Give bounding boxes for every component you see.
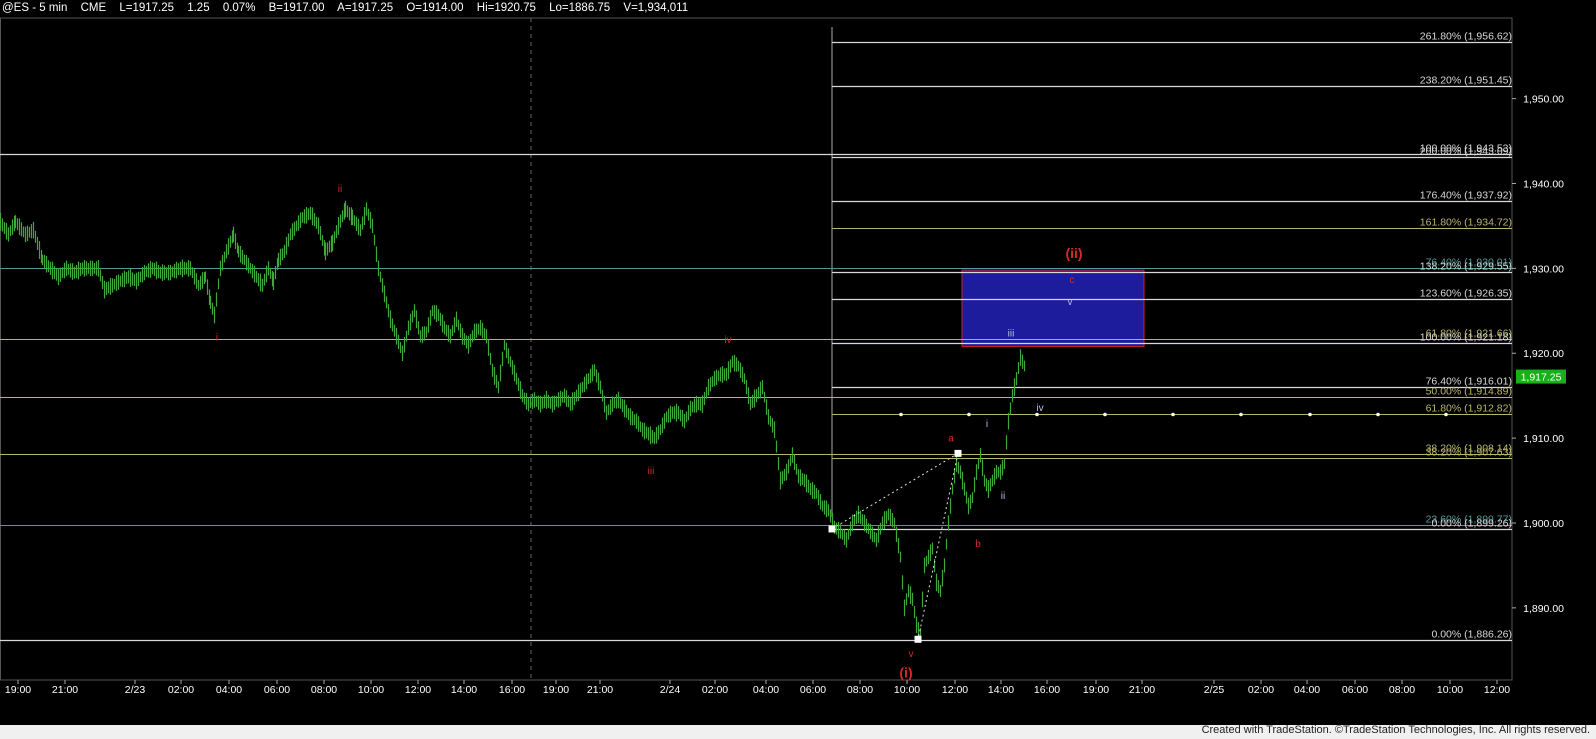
wave-label: ii <box>338 184 342 195</box>
x-tick-label: 06:00 <box>264 684 290 696</box>
wave-label: v <box>1068 297 1073 308</box>
y-tick-label: 1,940.00 <box>1523 179 1564 191</box>
last-price-label: 1,917.25 <box>1521 372 1562 384</box>
x-tick-label: 21:00 <box>1129 684 1155 696</box>
x-tick-label: 04:00 <box>216 684 242 696</box>
symbol-header: @ES - 5 min CME L=1917.25 1.25 0.07% B=1… <box>2 2 698 18</box>
fib-level-label: 238.20% (1,951.45) <box>1420 75 1512 87</box>
fib-level-label: 0.00% (1,899.26) <box>1431 518 1512 530</box>
x-tick-label: 16:00 <box>499 684 525 696</box>
bid-value: B=1917.00 <box>268 2 325 14</box>
volume-value: V=1,934,011 <box>623 2 689 14</box>
x-tick-label: 10:00 <box>894 684 920 696</box>
projection-marker <box>1103 412 1107 417</box>
projection-marker <box>1444 412 1448 417</box>
fib-level-label: 50.00% (1,914.89) <box>1426 386 1512 398</box>
x-tick-label: 06:00 <box>1342 684 1368 696</box>
symbol-name: @ES - 5 min <box>2 2 68 14</box>
x-tick-label: 14:00 <box>988 684 1014 696</box>
x-tick-label: 06:00 <box>800 684 826 696</box>
fib-level-label: 38.20% (1,907.63) <box>1426 447 1512 459</box>
wave-label: b <box>975 539 981 550</box>
x-tick-label: 02:00 <box>168 684 194 696</box>
x-tick-label: 21:00 <box>587 684 613 696</box>
projection-anchor <box>828 525 836 533</box>
x-tick-label: 19:00 <box>5 684 31 696</box>
projection-marker <box>1171 412 1175 417</box>
wave-label: (ii) <box>1065 245 1082 261</box>
projection-marker <box>899 412 903 417</box>
fib-level-label: 161.80% (1,934.72) <box>1420 217 1512 229</box>
x-tick-label: 12:00 <box>405 684 431 696</box>
target-zone-box <box>961 269 1145 347</box>
wave-label: iv <box>724 335 731 346</box>
high-value: Hi=1920.75 <box>476 2 536 14</box>
wave-label: a <box>948 434 954 445</box>
chart-window: { "header": { "symbol": "@ES - 5 min", "… <box>0 0 1596 739</box>
x-tick-label: 19:00 <box>1083 684 1109 696</box>
projection-line <box>831 452 959 530</box>
fib-level-label: 100.00% (1,921.18) <box>1420 332 1512 344</box>
open-value: O=1914.00 <box>406 2 464 14</box>
projection-anchor <box>914 635 922 643</box>
fib-level-label: 0.00% (1,886.26) <box>1431 629 1512 641</box>
projection-marker <box>1239 412 1243 417</box>
projection-line <box>917 453 959 640</box>
copyright-text: Created with TradeStation. ©TradeStation… <box>1201 724 1590 736</box>
x-tick-label: 04:00 <box>753 684 779 696</box>
wave-label: iv <box>1036 403 1043 414</box>
projection-marker <box>967 412 971 417</box>
fib-level-label: 61.80% (1,912.82) <box>1426 403 1512 415</box>
plot-frame <box>0 17 1513 681</box>
x-tick-label: 10:00 <box>358 684 384 696</box>
low-value: Lo=1886.75 <box>549 2 611 14</box>
y-tick-label: 1,890.00 <box>1523 603 1564 615</box>
x-tick-label: 16:00 <box>1034 684 1060 696</box>
x-tick-label: 2/24 <box>660 684 681 696</box>
wave-label: v <box>909 649 914 660</box>
wave-label: i <box>986 419 988 430</box>
x-tick-label: 12:00 <box>942 684 968 696</box>
wave-label: iii <box>1008 328 1015 339</box>
x-tick-label: 21:00 <box>52 684 78 696</box>
x-tick-label: 10:00 <box>1437 684 1463 696</box>
projection-anchor <box>954 449 962 457</box>
projection-marker <box>1376 412 1380 417</box>
wave-label: i <box>216 333 218 344</box>
y-tick-label: 1,900.00 <box>1523 518 1564 530</box>
projection-marker <box>1308 412 1312 417</box>
wave-label: iii <box>648 466 655 477</box>
fib-level-label: 138.20% (1,929.55) <box>1420 261 1512 273</box>
x-tick-label: 04:00 <box>1294 684 1320 696</box>
fib-level-label: 200.00% (1,943.09) <box>1420 146 1512 158</box>
x-tick-label: 08:00 <box>311 684 337 696</box>
x-tick-label: 2/25 <box>1204 684 1225 696</box>
x-tick-label: 02:00 <box>702 684 728 696</box>
footer-bar: Created with TradeStation. ©TradeStation… <box>0 724 1596 739</box>
x-tick-label: 19:00 <box>543 684 569 696</box>
change-value: 1.25 <box>187 2 210 14</box>
ask-value: A=1917.25 <box>337 2 394 14</box>
y-tick-label: 1,930.00 <box>1523 263 1564 275</box>
y-tick-label: 1,910.00 <box>1523 433 1564 445</box>
x-tick-label: 14:00 <box>451 684 477 696</box>
exchange-name: CME <box>80 2 107 14</box>
price-chart[interactable]: 261.80% (1,956.62) 238.20% (1,951.45) 100.… <box>0 0 1596 739</box>
change-pct-value: 0.07% <box>222 2 256 14</box>
wave-label: (i) <box>899 664 912 680</box>
x-tick-label: 12:00 <box>1484 684 1510 696</box>
fib-level-label: 123.60% (1,926.35) <box>1420 288 1512 300</box>
x-tick-label: 02:00 <box>1248 684 1274 696</box>
price-series <box>0 200 1026 639</box>
wave-label: c <box>1070 275 1075 286</box>
y-tick-label: 1,920.00 <box>1523 348 1564 360</box>
fib-level-label: 261.80% (1,956.62) <box>1420 31 1512 43</box>
x-tick-label: 08:00 <box>847 684 873 696</box>
x-tick-label: 2/23 <box>125 684 146 696</box>
last-value: L=1917.25 <box>119 2 175 14</box>
fib-level-label: 176.40% (1,937.92) <box>1420 190 1512 202</box>
wave-label: ii <box>1001 491 1005 502</box>
y-tick-label: 1,950.00 <box>1523 94 1564 106</box>
x-tick-label: 08:00 <box>1389 684 1415 696</box>
